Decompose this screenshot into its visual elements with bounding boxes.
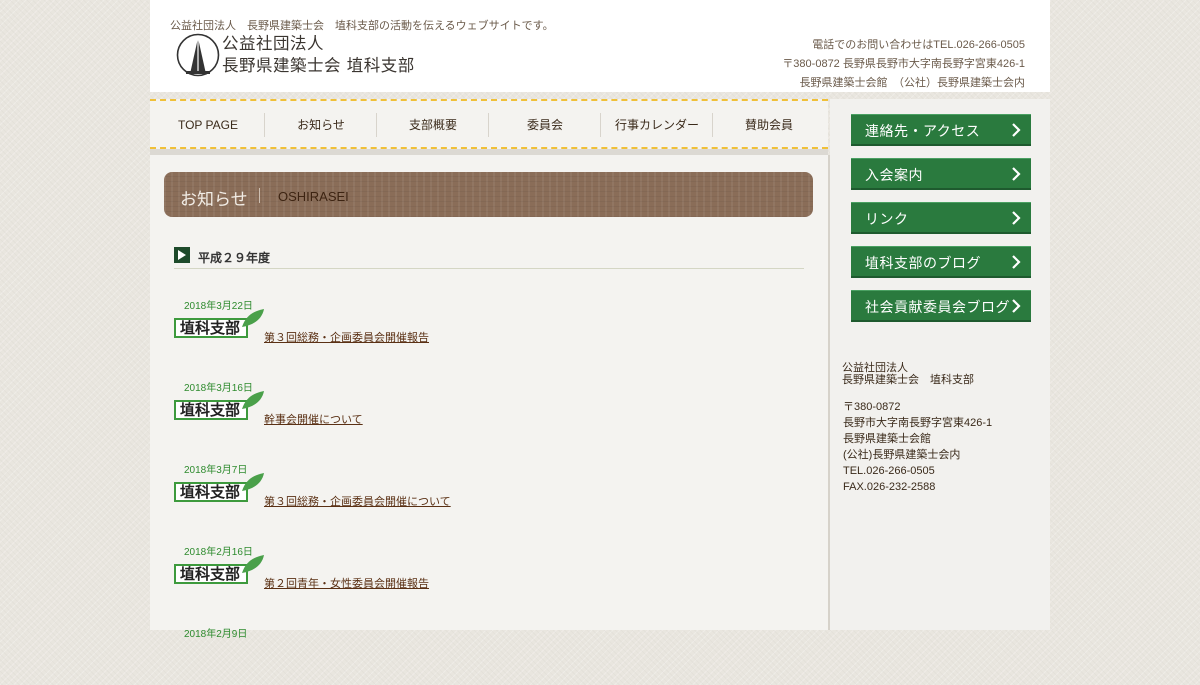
contact-address: 〒380-0872 長野県長野市大字南長野字宮東426-1: [782, 58, 1025, 70]
sidebar-button-social-blog[interactable]: 社会貢献委員会ブログ: [851, 290, 1031, 322]
branch-tag-label: 埴科支部: [180, 320, 241, 337]
sidebar-button-label: リンク: [865, 211, 909, 227]
news-link[interactable]: 第３回総務・企画委員会開催について: [264, 493, 451, 509]
page-title: お知らせ: [180, 190, 248, 209]
site-header: 公益社団法人 長野県建築士会 埴科支部の活動を伝えるウェブサイトです。 公益社団…: [150, 0, 1050, 92]
logo-line-2: 長野県建築士会 埴科支部: [222, 56, 415, 75]
branch-tag-label: 埴科支部: [180, 484, 241, 501]
nav-committees[interactable]: 委員会: [488, 113, 601, 137]
news-item: 2018年3月16日 埴科支部 幹事会開催について: [174, 379, 814, 439]
news-item: 2018年2月9日: [174, 625, 814, 685]
chevron-right-icon: [1012, 167, 1021, 181]
branch-tag-icon: 埴科支部: [174, 473, 264, 507]
nav-branch-overview[interactable]: 支部概要: [376, 113, 489, 137]
logo-mark-icon: [176, 33, 220, 77]
branch-tag-label: 埴科支部: [180, 402, 241, 419]
sidebar-button-membership[interactable]: 入会案内: [851, 158, 1031, 190]
page: 公益社団法人 長野県建築士会 埴科支部の活動を伝えるウェブサイトです。 公益社団…: [150, 0, 1050, 640]
banner-separator: [259, 188, 260, 203]
chevron-right-icon: [1012, 123, 1021, 137]
contact-phone: 電話でのお問い合わせはTEL.026-266-0505: [812, 39, 1025, 51]
sidebar-button-label: 社会貢献委員会ブログ: [865, 299, 1010, 315]
news-item: 2018年3月7日 埴科支部 第３回総務・企画委員会開催について: [174, 461, 814, 521]
address-fax: FAX.026-232-2588: [843, 481, 936, 493]
branch-tag-icon: 埴科支部: [174, 309, 264, 343]
news-link[interactable]: 第２回青年・女性委員会開催報告: [264, 575, 429, 591]
nav-top-page[interactable]: TOP PAGE: [152, 113, 264, 137]
nav-supporting-members[interactable]: 賛助会員: [712, 113, 825, 137]
address-org: (公社)長野県建築士会内: [843, 449, 961, 461]
sidebar-button-label: 入会案内: [865, 167, 923, 183]
nav-event-calendar[interactable]: 行事カレンダー: [600, 113, 713, 137]
branch-tag-icon: 埴科支部: [174, 391, 264, 425]
logo-line-1: 公益社団法人: [222, 34, 324, 53]
sidebar: 連絡先・アクセス 入会案内 リンク 埴科支部のブログ 社会貢献委員会ブログ 公益…: [830, 99, 1050, 630]
sidebar-button-contact-access[interactable]: 連絡先・アクセス: [851, 114, 1031, 146]
sidebar-button-label: 連絡先・アクセス: [865, 123, 981, 139]
contact-building: 長野県建築士会館 （公社）長野県建築士会内: [799, 77, 1026, 89]
site-tagline: 公益社団法人 長野県建築士会 埴科支部の活動を伝えるウェブサイトです。: [170, 20, 554, 32]
branch-tag-label: 埴科支部: [180, 566, 241, 583]
chevron-right-icon: [1012, 255, 1021, 269]
site-logo[interactable]: 公益社団法人 長野県建築士会 埴科支部: [176, 33, 436, 79]
logo-text: 公益社団法人 長野県建築士会 埴科支部: [222, 33, 415, 77]
section-header: 平成２９年度: [174, 246, 804, 269]
branch-tag-icon: 埴科支部: [174, 555, 264, 589]
global-nav: TOP PAGE お知らせ 支部概要 委員会 行事カレンダー 賛助会員: [150, 99, 828, 149]
org-line-2: 長野県建築士会 埴科支部: [842, 374, 974, 386]
org-line-1: 公益社団法人: [842, 362, 908, 374]
nav-news[interactable]: お知らせ: [264, 113, 377, 137]
news-link[interactable]: 幹事会開催について: [264, 411, 363, 427]
sidebar-button-branch-blog[interactable]: 埴科支部のブログ: [851, 246, 1031, 278]
page-title-banner: お知らせ OSHIRASEI: [164, 172, 813, 217]
arrow-right-icon: [174, 247, 190, 263]
sidebar-address: 〒380-0872 長野市大字南長野字宮東426-1 長野県建築士会館 (公社)…: [843, 399, 992, 495]
news-link[interactable]: 第３回総務・企画委員会開催報告: [264, 329, 429, 345]
news-item: 2018年2月16日 埴科支部 第２回青年・女性委員会開催報告: [174, 543, 814, 603]
news-item: 2018年3月22日 埴科支部 第３回総務・企画委員会開催報告: [174, 297, 814, 357]
leaf-icon: [242, 309, 264, 327]
address-postal: 〒380-0872: [843, 401, 901, 413]
section-title: 平成２９年度: [198, 251, 271, 265]
leaf-icon: [242, 391, 264, 409]
chevron-right-icon: [1012, 211, 1021, 225]
news-date: 2018年2月9日: [184, 629, 248, 640]
sidebar-button-links[interactable]: リンク: [851, 202, 1031, 234]
page-subtitle: OSHIRASEI: [278, 189, 349, 204]
leaf-icon: [242, 555, 264, 573]
main-content: お知らせ OSHIRASEI 平成２９年度 2018年3月22日 埴科支部 第３…: [150, 155, 830, 640]
sidebar-org-name: 公益社団法人 長野県建築士会 埴科支部: [842, 362, 974, 386]
address-street: 長野市大字南長野字宮東426-1: [843, 417, 993, 429]
sidebar-button-label: 埴科支部のブログ: [865, 255, 981, 271]
chevron-right-icon: [1012, 299, 1021, 313]
leaf-icon: [242, 473, 264, 491]
header-contact: 電話でのお問い合わせはTEL.026-266-0505 〒380-0872 長野…: [782, 36, 1025, 93]
address-tel: TEL.026-266-0505: [843, 465, 935, 477]
address-building: 長野県建築士会館: [843, 433, 931, 445]
